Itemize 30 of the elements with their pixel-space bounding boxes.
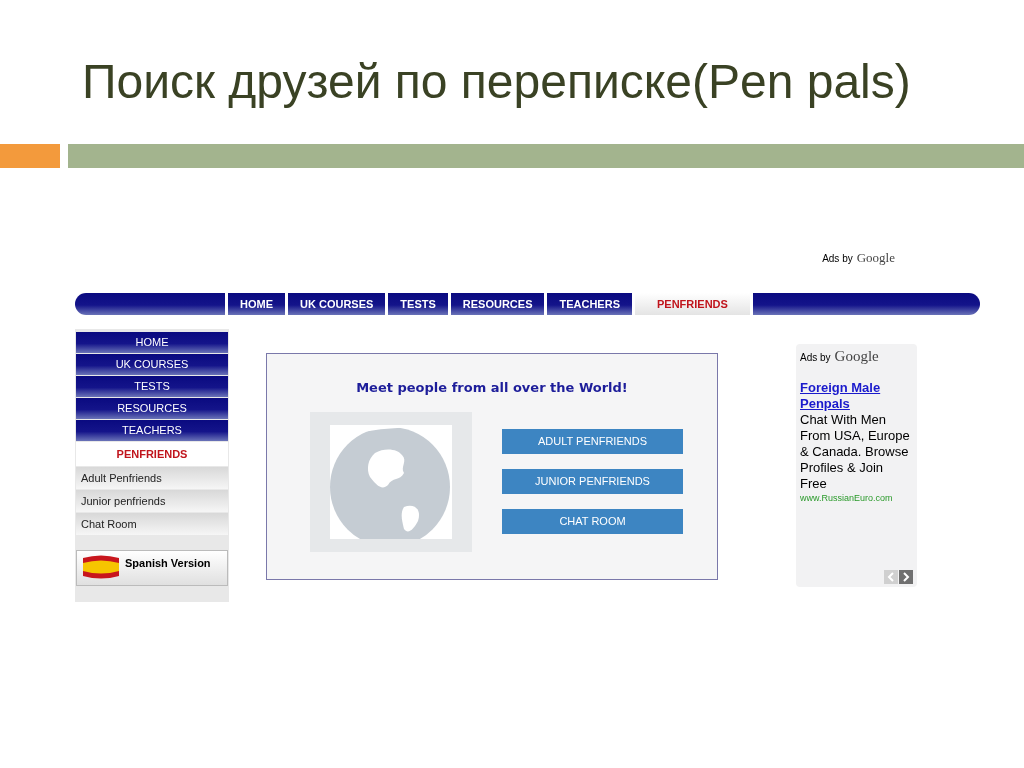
sidebar-item[interactable]: TESTS <box>76 376 228 397</box>
panel-heading: Meet people from all over the World! <box>356 379 628 397</box>
nav-tab[interactable]: PENFRIENDS <box>635 293 750 315</box>
menu-button[interactable]: ADULT PENFRIENDS <box>502 428 683 454</box>
sidebar-item[interactable]: RESOURCES <box>76 398 228 419</box>
ads-label: Ads by <box>822 252 853 266</box>
ads-label: Ads by <box>800 351 831 365</box>
nav-tab[interactable]: TEACHERS <box>547 293 632 315</box>
sidebar-item[interactable]: Adult Penfriends <box>76 467 228 489</box>
language-button[interactable]: Spanish Version <box>76 550 228 586</box>
ad-link[interactable]: Foreign Male Penpals <box>800 379 913 412</box>
sidebar-item[interactable]: Chat Room <box>76 513 228 535</box>
google-logo: Google <box>834 347 879 366</box>
sidebar-item[interactable]: TEACHERS <box>76 420 228 441</box>
flag-icon <box>83 555 119 579</box>
sidebar-item[interactable]: PENFRIENDS <box>76 442 228 466</box>
menu-button[interactable]: CHAT ROOM <box>502 508 683 534</box>
nav-tab[interactable]: HOME <box>228 293 285 315</box>
nav-tab[interactable]: RESOURCES <box>450 293 545 315</box>
sidebar-item[interactable]: HOME <box>76 332 228 353</box>
ad-url: www.RussianEuro.com <box>800 491 894 505</box>
nav-tab[interactable]: TESTS <box>388 293 448 315</box>
ad-text: Chat With Men From USA, Europe & Canada. Browse Profiles & Join Free <box>800 411 911 492</box>
menu-button[interactable]: JUNIOR PENFRIENDS <box>502 468 683 494</box>
google-logo: Google <box>856 249 895 267</box>
sidebar-item[interactable]: UK COURSES <box>76 354 228 375</box>
slide-title: Поиск друзей по переписке(Pen pals) <box>82 58 911 106</box>
sidebar-item[interactable]: Junior penfriends <box>76 490 228 512</box>
accent-bar <box>0 144 60 168</box>
nav-tab[interactable]: UK COURSES <box>288 293 386 315</box>
